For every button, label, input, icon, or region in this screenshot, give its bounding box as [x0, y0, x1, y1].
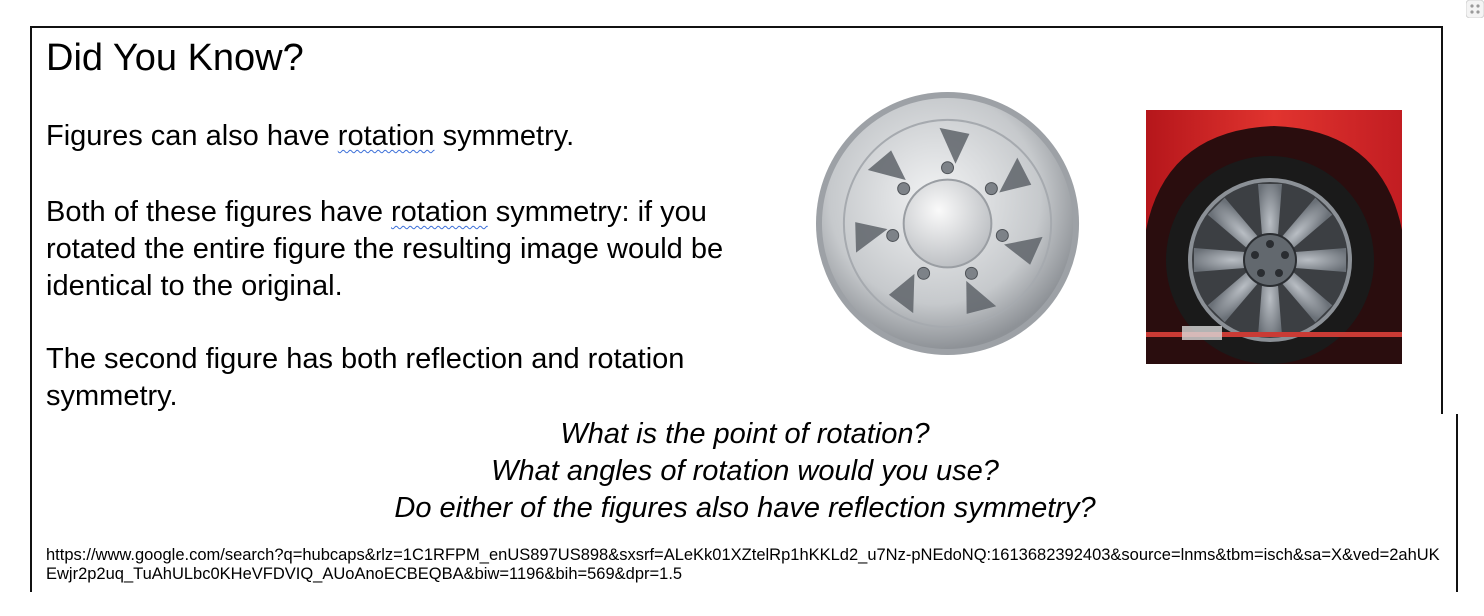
- slide-title: Did You Know?: [46, 37, 304, 79]
- car-wheel-image: [1146, 110, 1402, 364]
- paragraph-rotation-intro: Figures can also have rotation symmetry.: [46, 118, 746, 155]
- drag-handle-icon[interactable]: [1466, 0, 1484, 18]
- question-1: What is the point of rotation?: [560, 418, 930, 450]
- p1-text-before: Figures can also have: [46, 120, 338, 152]
- paragraph-both-symmetries: The second figure has both reflection an…: [46, 343, 685, 412]
- source-url[interactable]: https://www.google.com/search?q=hubcaps&…: [46, 546, 1446, 584]
- question-2: What angles of rotation would you use?: [491, 455, 999, 487]
- p1-text-after: symmetry.: [434, 120, 575, 152]
- paragraph-rotation-explanation: Both of these figures have rotation symm…: [46, 194, 746, 305]
- p2-text-before: Both of these figures have: [46, 196, 391, 228]
- discussion-questions: What is the point of rotation? What angl…: [32, 416, 1458, 527]
- spellcheck-word[interactable]: rotation: [391, 196, 488, 228]
- spellcheck-word[interactable]: rotation: [338, 120, 435, 152]
- hubcap-image: [814, 86, 1093, 365]
- question-3: Do either of the figures also have refle…: [394, 492, 1096, 524]
